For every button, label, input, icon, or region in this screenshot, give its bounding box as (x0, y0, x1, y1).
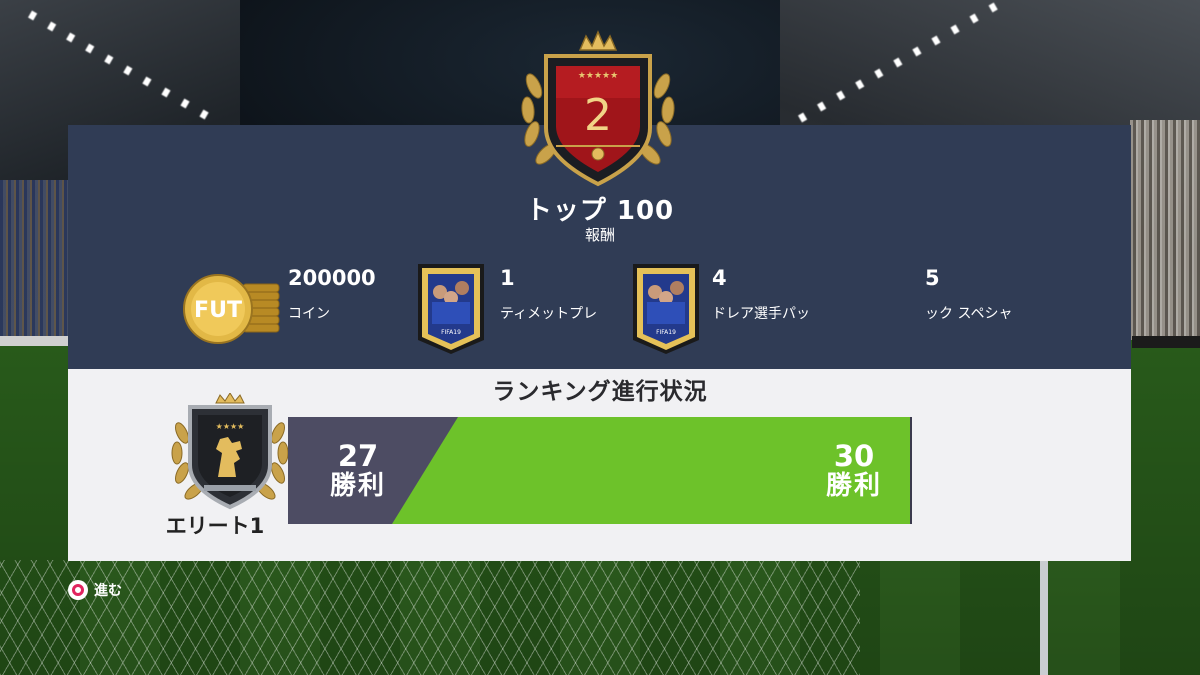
circle-button-icon (68, 580, 88, 600)
target-wins-number: 30 (833, 439, 875, 473)
reward-pack-3: 5 ック スペシャ (925, 266, 1025, 323)
reward-label: ック スペシャ (925, 306, 1013, 322)
continue-button[interactable]: 進む (68, 580, 122, 600)
continue-label: 進む (94, 583, 122, 599)
svg-text:★★★★★: ★★★★★ (578, 71, 618, 81)
reward-label: ティメットプレ (500, 306, 598, 322)
fut-coins-icon: FUT (183, 274, 280, 344)
svg-text:FIFA19: FIFA19 (656, 329, 676, 336)
adboard-left (0, 336, 68, 346)
rank-emblem-icon: ★★★★★ 2 (521, 30, 675, 187)
progress-title: ランキング進行状況 (492, 379, 708, 405)
division-emblem-icon: ★★★★ (171, 393, 289, 510)
reward-coins: 200000 コイン (288, 266, 376, 323)
reward-quantity: 1 (500, 266, 515, 290)
division-label: エリート1 (165, 514, 265, 538)
reward-quantity: 200000 (288, 266, 376, 290)
target-wins-unit: 勝利 (825, 471, 882, 501)
reward-quantity: 5 (925, 266, 940, 290)
target-wins: 30 勝利 (814, 441, 894, 501)
reward-quantity: 4 (712, 266, 727, 290)
reward-pack-2: 4 ドレア選手パッ (712, 266, 812, 323)
goal-post (1040, 560, 1048, 675)
reward-pack-1: 1 ティメットプレ (500, 266, 602, 323)
svg-text:FIFA19: FIFA19 (441, 329, 461, 336)
svg-text:★★★★: ★★★★ (216, 422, 245, 431)
current-wins: 27 勝利 (318, 441, 398, 501)
crowd-right (1130, 120, 1200, 340)
goal-net (0, 560, 860, 675)
adboard-right (1132, 336, 1200, 348)
reward-label: コイン (288, 306, 330, 322)
current-wins-unit: 勝利 (329, 471, 386, 501)
rewards-subtitle: 報酬 (584, 226, 615, 244)
rank-number: 2 (584, 90, 612, 141)
player-pack-icon: FIFA19 (633, 264, 699, 354)
current-wins-number: 27 (337, 439, 379, 473)
svg-text:FUT: FUT (194, 298, 242, 323)
player-pack-icon: FIFA19 (418, 264, 484, 354)
crowd-left (0, 180, 70, 340)
rank-title: トップ 100 (525, 196, 675, 226)
reward-label: ドレア選手パッ (712, 306, 810, 322)
